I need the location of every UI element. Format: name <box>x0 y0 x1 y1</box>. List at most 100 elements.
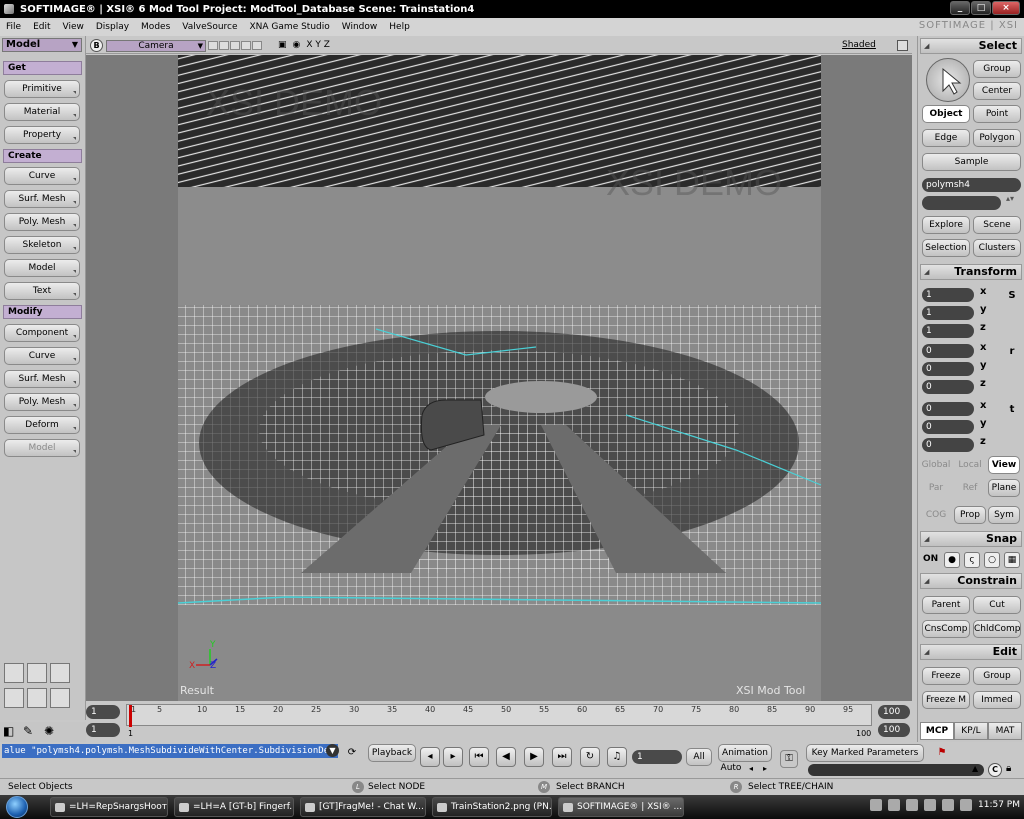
play-backward-icon[interactable]: ◀ <box>496 747 516 767</box>
help-tray-icon[interactable] <box>870 799 882 811</box>
mode-selector[interactable]: Model ▼ <box>2 38 82 52</box>
volume-tray-icon[interactable] <box>906 799 918 811</box>
minimize-button[interactable]: _ <box>950 1 970 15</box>
scale-x-field[interactable]: 1 <box>922 288 974 302</box>
close-button[interactable]: × <box>992 1 1020 15</box>
selected-object-field[interactable]: polymsh4 <box>922 178 1021 192</box>
rotation-z-field[interactable]: 0 <box>922 380 974 394</box>
camera-icon[interactable]: ▣ <box>278 40 287 50</box>
snap-point-icon[interactable]: ● <box>944 552 960 568</box>
chldcomp-button[interactable]: ChldComp <box>973 620 1021 638</box>
current-frame-field[interactable]: 1 <box>632 750 682 764</box>
menu-file[interactable]: File <box>6 22 21 32</box>
menu-view[interactable]: View <box>63 22 84 32</box>
menu-valvesource[interactable]: ValveSource <box>182 22 237 32</box>
polygon-mode-button[interactable]: Polygon <box>973 129 1021 147</box>
rotate-tool-icon[interactable]: r <box>1004 344 1020 360</box>
rotation-y-field[interactable]: 0 <box>922 362 974 376</box>
create-skeleton-button[interactable]: Skeleton <box>4 236 80 254</box>
next-frame-icon[interactable]: ▸ <box>443 747 463 767</box>
modify-model-button[interactable]: Model <box>4 439 80 457</box>
translation-z-field[interactable]: 0 <box>922 438 974 452</box>
local-button[interactable]: Local <box>954 456 986 474</box>
scale-tool-icon[interactable]: S <box>1004 288 1020 304</box>
select-tool-icon[interactable]: ◧ <box>3 724 14 738</box>
snap-grid-icon[interactable]: ▦ <box>1004 552 1020 568</box>
clear-icon[interactable]: C <box>988 763 1002 777</box>
timeline-out-field[interactable]: 100 <box>878 723 910 737</box>
modify-poly-mesh-button[interactable]: Poly. Mesh <box>4 393 80 411</box>
freeze-button[interactable]: Freeze <box>922 667 970 685</box>
cog-button[interactable]: COG <box>920 506 952 524</box>
slot-5[interactable] <box>252 41 262 50</box>
taskbar-item-3[interactable]: [GT]FragMe! - Chat W... <box>300 797 426 817</box>
palette-icon[interactable]: ✺ <box>44 724 54 738</box>
scene-button[interactable]: Scene <box>973 216 1021 234</box>
cut-button[interactable]: Cut <box>973 596 1021 614</box>
camera-dropdown[interactable]: Camera <box>106 40 206 52</box>
translate-tool-icon[interactable]: t <box>1004 402 1020 418</box>
scale-y-field[interactable]: 1 <box>922 306 974 320</box>
clusters-button[interactable]: Clusters <box>973 239 1021 257</box>
layout-quad-icon[interactable] <box>50 663 70 683</box>
timeline-ruler[interactable]: 1 5 10 15 20 25 30 35 40 45 50 55 60 65 … <box>126 704 872 727</box>
clock[interactable]: 11:57 PM <box>978 800 1020 810</box>
start-button[interactable] <box>6 796 28 818</box>
network-tray-icon[interactable] <box>888 799 900 811</box>
timeline-start-field[interactable]: 1 <box>86 705 120 719</box>
explore-button[interactable]: Explore <box>922 216 970 234</box>
next-key-icon[interactable]: ▸ <box>763 764 767 773</box>
playback-button[interactable]: Playback <box>368 744 416 762</box>
view-button[interactable]: View <box>988 456 1020 474</box>
section-create[interactable]: Create <box>3 149 82 163</box>
axes-label[interactable]: X Y Z <box>306 40 330 50</box>
viewport-b-button[interactable]: B <box>90 39 103 52</box>
taskbar-item-2[interactable]: =LH=A [GT-b] Fingerf... <box>174 797 294 817</box>
snap-on-toggle[interactable]: ON <box>923 554 938 564</box>
create-curve-button[interactable]: Curve <box>4 167 80 185</box>
command-line-input[interactable]: alue "polymsh4.polymsh.MeshSubdivideWith… <box>2 744 338 758</box>
all-button[interactable]: All <box>686 748 712 766</box>
modify-component-button[interactable]: Component <box>4 324 80 342</box>
slot-1[interactable] <box>208 41 218 50</box>
timeline-end-field[interactable]: 100 <box>878 705 910 719</box>
create-poly-mesh-button[interactable]: Poly. Mesh <box>4 213 80 231</box>
modify-curve-button[interactable]: Curve <box>4 347 80 365</box>
auto-key-button[interactable]: Auto <box>718 762 744 776</box>
layout-left-icon[interactable] <box>27 688 47 708</box>
layout-single-icon[interactable] <box>4 663 24 683</box>
menu-modes[interactable]: Modes <box>141 22 170 32</box>
eye-icon[interactable]: ◉ <box>293 40 301 50</box>
last-frame-icon[interactable]: ⏭ <box>552 747 572 767</box>
object-mode-button[interactable]: Object <box>922 105 970 123</box>
chevron-up-icon[interactable]: ▲ <box>972 764 978 773</box>
shading-mode-dropdown[interactable]: Shaded <box>842 40 876 50</box>
taskbar-item-4[interactable]: TrainStation2.png (PN... <box>432 797 552 817</box>
layout-vertical-icon[interactable] <box>27 663 47 683</box>
taskbar-item-1[interactable]: =LH=RepSнargsHooт... <box>50 797 168 817</box>
edit-header[interactable]: Edit <box>920 644 1022 660</box>
tab-mat[interactable]: MAT <box>988 722 1022 740</box>
maximize-viewport-icon[interactable] <box>897 40 908 51</box>
rotation-x-field[interactable]: 0 <box>922 344 974 358</box>
maximize-button[interactable]: □ <box>971 1 991 15</box>
tab-kpl[interactable]: KP/L <box>954 722 988 740</box>
audio-icon[interactable]: ♫ <box>607 747 627 767</box>
translation-y-field[interactable]: 0 <box>922 420 974 434</box>
scale-z-field[interactable]: 1 <box>922 324 974 338</box>
script-editor-icon[interactable]: ⟳ <box>344 745 360 761</box>
parent-button[interactable]: Parent <box>922 596 970 614</box>
snap-header[interactable]: Snap <box>920 531 1022 547</box>
tab-mcp[interactable]: MCP <box>920 722 954 740</box>
menu-help[interactable]: Help <box>389 22 410 32</box>
global-button[interactable]: Global <box>920 456 952 474</box>
prev-key-icon[interactable]: ◂ <box>749 764 753 773</box>
brush-icon[interactable]: ✎ <box>23 724 33 738</box>
create-model-button[interactable]: Model <box>4 259 80 277</box>
animation-button[interactable]: Animation <box>718 744 772 762</box>
translation-x-field[interactable]: 0 <box>922 402 974 416</box>
select-arrow-icon[interactable] <box>926 58 970 102</box>
layout-horizontal-icon[interactable] <box>50 688 70 708</box>
material-button[interactable]: Material <box>4 103 80 121</box>
plane-button[interactable]: Plane <box>988 479 1020 497</box>
